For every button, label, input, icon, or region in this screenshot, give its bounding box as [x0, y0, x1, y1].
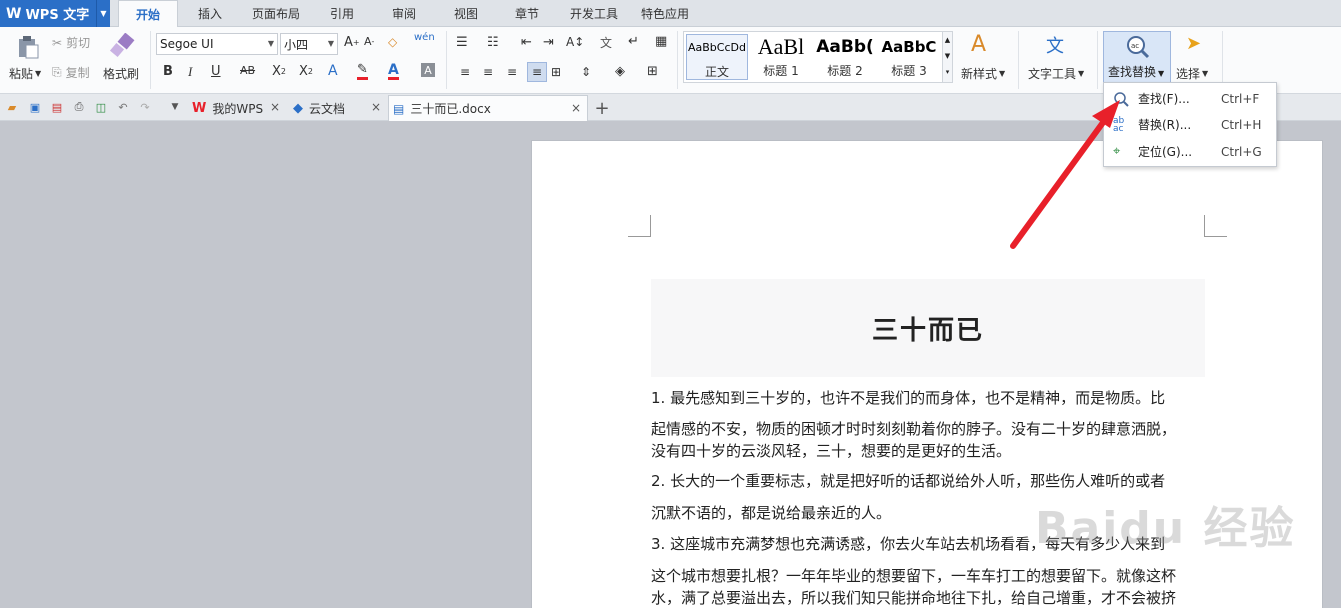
watermark: Baidu 经验 — [1035, 503, 1296, 554]
